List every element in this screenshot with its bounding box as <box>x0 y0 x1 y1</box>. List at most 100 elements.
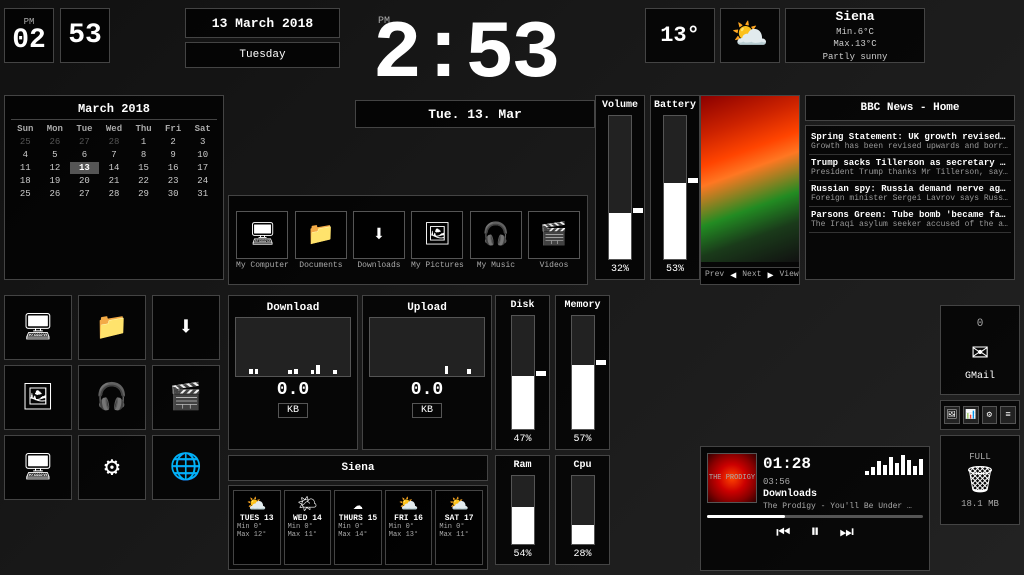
mini-widget-1[interactable]: 🖼 <box>944 406 960 424</box>
news-sub: Foreign minister Sergei Lavrov says Russ… <box>811 194 1009 203</box>
mini-widget-4[interactable]: ≡ <box>1000 406 1016 424</box>
cal-day[interactable]: 7 <box>100 149 129 161</box>
cal-day[interactable]: 13 <box>70 162 99 174</box>
mini-widget-2[interactable]: 📊 <box>963 406 979 424</box>
cal-day[interactable]: 21 <box>100 175 129 187</box>
cal-day[interactable]: 5 <box>41 149 70 161</box>
cal-day[interactable]: 27 <box>70 136 99 148</box>
gmail-widget[interactable]: 0 ✉ GMail <box>940 305 1020 395</box>
trash-widget[interactable]: FULL 🗑 18.1 MB <box>940 435 1020 525</box>
cal-day[interactable]: 1 <box>129 136 158 148</box>
weather-city: Siena <box>835 8 874 26</box>
viz-bar <box>895 463 899 475</box>
viz-bar <box>877 461 881 475</box>
forecast-day-temp: Min 0° Max 12° <box>237 523 277 539</box>
desktop-icon-videos[interactable]: 🎬 Videos <box>528 211 580 270</box>
nav-next-icon: ▶ <box>767 270 773 282</box>
cal-day[interactable]: 11 <box>11 162 40 174</box>
cal-day[interactable]: 29 <box>129 188 158 200</box>
news-headline: Parsons Green: Tube bomb 'became fantasy… <box>811 210 1009 220</box>
side-icon-settings[interactable]: ⚙ <box>78 435 146 500</box>
cal-day[interactable]: 25 <box>11 188 40 200</box>
cal-day[interactable]: 26 <box>41 136 70 148</box>
cpu-fill <box>572 525 594 544</box>
net-bar <box>316 365 320 374</box>
news-item[interactable]: Trump sacks Tillerson as secretary of st… <box>809 155 1011 181</box>
cal-day[interactable]: 23 <box>159 175 188 187</box>
cal-day[interactable]: 20 <box>70 175 99 187</box>
cal-day[interactable]: 31 <box>188 188 217 200</box>
side-icon-computer[interactable]: 🖥 <box>4 295 72 360</box>
desktop-icon-label: Downloads <box>357 261 400 270</box>
pause-btn[interactable]: ⏸ <box>811 522 820 543</box>
side-icon-web[interactable]: 🌐 <box>152 435 220 500</box>
gmail-icon: ✉ <box>972 333 989 368</box>
desktop-icon-documents[interactable]: 📁 Documents <box>295 211 347 270</box>
news-sub: President Trump thanks Mr Tillerson, say… <box>811 168 1009 177</box>
cal-day[interactable]: 24 <box>188 175 217 187</box>
desktop-icon-my-music[interactable]: 🎧 My Music <box>470 211 522 270</box>
desktop-icons-bar: 🖥 My Computer 📁 Documents ⬇ Downloads 🖼 … <box>228 195 588 285</box>
memory-value: 57% <box>573 434 591 445</box>
desktop-icon-label: Documents <box>299 261 342 270</box>
upload-widget: Upload 0.0 KB <box>362 295 492 450</box>
news-item[interactable]: Parsons Green: Tube bomb 'became fantasy… <box>809 207 1011 233</box>
side-icon-folder[interactable]: 📁 <box>78 295 146 360</box>
desktop-icon-label: Videos <box>540 261 569 270</box>
music-track: The Prodigy - You'll Be Under My Wheels <box>763 502 913 511</box>
viz-bar <box>907 460 911 475</box>
cal-day[interactable]: 18 <box>11 175 40 187</box>
desktop-icon-downloads[interactable]: ⬇ Downloads <box>353 211 405 270</box>
cal-day[interactable]: 26 <box>41 188 70 200</box>
news-item[interactable]: Russian spy: Russia demand nerve agent s… <box>809 181 1011 207</box>
side-icon-photos[interactable]: 🖼 <box>4 365 72 430</box>
mini-widget-3[interactable]: ⚙ <box>982 406 998 424</box>
cal-day[interactable]: 10 <box>188 149 217 161</box>
news-title-text: BBC News - Home <box>860 102 959 114</box>
cal-day[interactable]: 3 <box>188 136 217 148</box>
volume-value: 32% <box>611 264 629 275</box>
desktop-icon-my-pictures[interactable]: 🖼 My Pictures <box>411 211 464 270</box>
cal-header-wed: Wed <box>100 123 129 135</box>
cal-day[interactable]: 28 <box>100 136 129 148</box>
desktop-icon-my-computer[interactable]: 🖥 My Computer <box>236 211 289 270</box>
cal-day[interactable]: 8 <box>129 149 158 161</box>
net-bar <box>294 369 298 374</box>
news-item[interactable]: Spring Statement: UK growth revised upwa… <box>809 129 1011 155</box>
cal-day[interactable]: 9 <box>159 149 188 161</box>
side-icon-monitor[interactable]: 🖥 <box>4 435 72 500</box>
cal-day[interactable]: 27 <box>70 188 99 200</box>
cal-day[interactable]: 25 <box>11 136 40 148</box>
next-track-btn[interactable]: ⏭ <box>840 524 854 542</box>
cal-day[interactable]: 15 <box>129 162 158 174</box>
view-btn[interactable]: View <box>779 270 798 282</box>
cal-day[interactable]: 22 <box>129 175 158 187</box>
disk-value: 47% <box>513 434 531 445</box>
side-icon-video[interactable]: 🎬 <box>152 365 220 430</box>
cal-day[interactable]: 6 <box>70 149 99 161</box>
cal-day[interactable]: 19 <box>41 175 70 187</box>
cal-day[interactable]: 28 <box>100 188 129 200</box>
cal-day[interactable]: 17 <box>188 162 217 174</box>
cal-day[interactable]: 14 <box>100 162 129 174</box>
disk-bar-track <box>511 315 535 430</box>
gmail-count-badge: 0 <box>977 318 984 330</box>
cal-day[interactable]: 16 <box>159 162 188 174</box>
upload-bars <box>369 317 485 377</box>
side-icon-music[interactable]: 🎧 <box>78 365 146 430</box>
upload-label: Upload <box>407 302 447 314</box>
prev-track-btn[interactable]: ⏮ <box>776 524 790 542</box>
cal-day[interactable]: 2 <box>159 136 188 148</box>
next-btn[interactable]: Next <box>742 270 761 282</box>
forecast-day-thurs-15: ☁ THURS 15 Min 0° Max 14° <box>334 490 382 565</box>
prev-btn[interactable]: Prev <box>705 270 724 282</box>
cal-day[interactable]: 30 <box>159 188 188 200</box>
forecast-day-name: THURS 15 <box>339 514 377 523</box>
cal-day[interactable]: 12 <box>41 162 70 174</box>
net-bar <box>467 369 471 374</box>
minute-widget: 53 <box>60 8 110 63</box>
side-icon-download[interactable]: ⬇ <box>152 295 220 360</box>
photo-widget: Prev ◀ Next ▶ View Set ⚙ <box>700 95 800 285</box>
cal-day[interactable]: 4 <box>11 149 40 161</box>
cal-header-tue: Tue <box>70 123 99 135</box>
